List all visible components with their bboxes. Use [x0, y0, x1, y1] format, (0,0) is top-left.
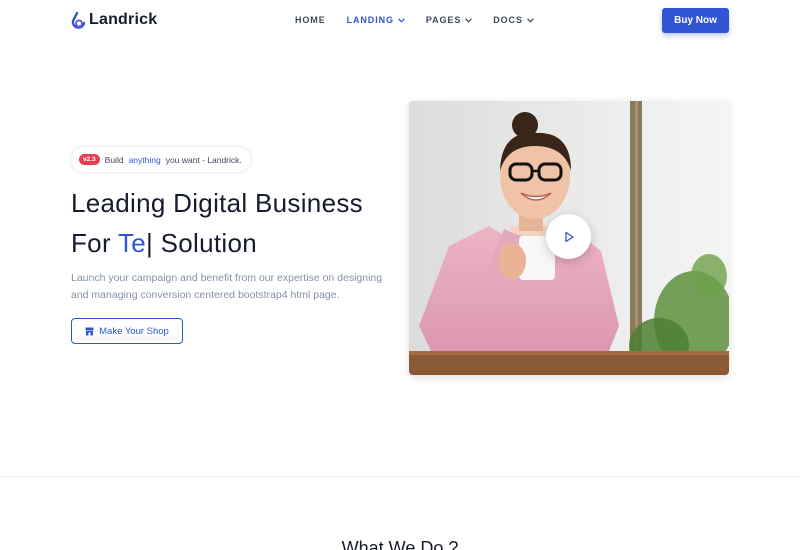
hero-title-suffix: Solution	[160, 228, 257, 258]
hero-title: Leading Digital Business For Te| Solutio…	[71, 183, 363, 263]
version-badge: v2.3 Build anything you want - Landrick.	[71, 147, 251, 172]
hero-description: Launch your campaign and benefit from ou…	[71, 272, 383, 301]
hero-title-typed: Te	[117, 228, 147, 258]
badge-text-before: Build	[104, 154, 124, 165]
nav-item-home[interactable]: HOME	[295, 15, 326, 25]
nav-item-pages[interactable]: PAGES	[425, 15, 473, 25]
nav-item-label: LANDING	[346, 15, 394, 25]
store-icon	[85, 327, 94, 335]
chevron-down-icon	[398, 17, 405, 23]
nav-item-label: DOCS	[493, 15, 523, 25]
badge-text-after: you want - Landrick.	[165, 154, 242, 165]
version-tag: v2.3	[79, 154, 100, 165]
make-your-shop-label: Make Your Shop	[99, 325, 169, 337]
chevron-down-icon	[465, 17, 473, 23]
make-your-shop-button[interactable]: Make Your Shop	[71, 318, 183, 344]
nav-item-label: HOME	[295, 15, 326, 25]
nav-item-landing[interactable]: LANDING	[347, 15, 405, 25]
brand-logo[interactable]: Landrick	[71, 11, 157, 29]
section-title-what-we-do: What We Do ?	[341, 538, 459, 550]
section-divider	[0, 476, 800, 477]
chevron-down-icon	[527, 17, 534, 23]
play-video-button[interactable]	[546, 214, 591, 259]
hero-title-line1: Leading Digital Business	[71, 188, 363, 218]
typing-caret: |	[146, 228, 154, 258]
main-nav: HOME LANDING PAGES DOCS	[295, 15, 555, 25]
hero-title-prefix: For	[71, 228, 111, 258]
brand-name: Landrick	[89, 11, 158, 28]
landrick-logo-icon	[71, 11, 86, 29]
badge-highlight: anything	[128, 154, 161, 165]
play-icon	[564, 231, 574, 242]
buy-now-button[interactable]: Buy Now	[662, 8, 729, 33]
nav-item-label: PAGES	[425, 15, 462, 25]
nav-item-docs[interactable]: DOCS	[493, 15, 534, 25]
site-header: Landrick HOME LANDING PAGES DOCS Buy Now	[0, 0, 800, 42]
